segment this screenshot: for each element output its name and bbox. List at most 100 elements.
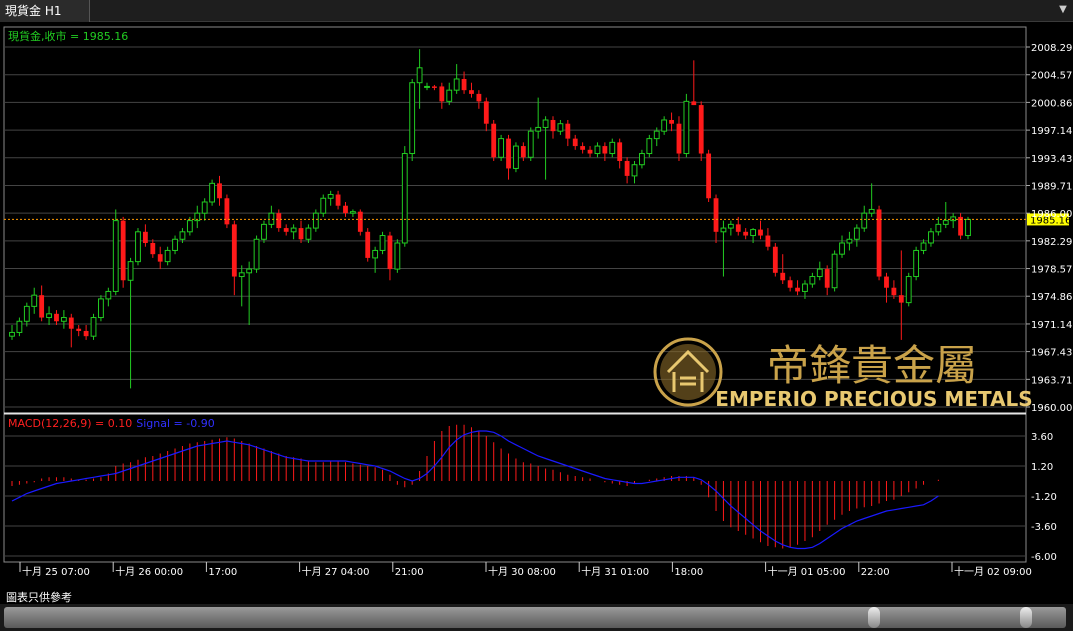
candle-body-up [372,249,379,259]
candle-body-up [609,141,616,155]
price-axis-label: 2004.57 [1031,71,1072,82]
candle-body-up [238,272,245,278]
candle-body-up [942,220,949,225]
price-axis-label: 1974.86 [1031,292,1072,303]
candle-body-down [476,93,482,102]
chart-area[interactable]: 帝鋒貴金屬 EMPERIO PRECIOUS METALS 1985.16 現貨… [0,22,1073,604]
candle-body-up [950,216,957,222]
candle-body-up [542,119,549,128]
time-axis-label: 21:00 [395,567,424,578]
scroll-track[interactable] [4,607,1066,628]
macd-axis-label: -3.60 [1031,522,1057,533]
time-axis-label: 十月 31 01:00 [581,565,649,578]
candle-body-up [683,100,690,155]
candle-body-up [861,212,868,229]
candle-body-down [735,224,741,232]
chart-scrollbar[interactable] [0,604,1073,631]
candle-body-up [853,227,860,240]
chart-tab-label: 現貨金 H1 [5,4,62,18]
candle-body-down [365,231,371,258]
candle-body-up [135,231,141,263]
candle-body-up [409,82,416,155]
candle-body-up [750,229,756,237]
dropdown-arrow-icon[interactable]: ▼ [1056,2,1070,18]
chart-tab[interactable]: 現貨金 H1 [0,0,90,22]
price-axis-label: 1960.00 [1031,403,1072,414]
candle-body-up [305,227,312,240]
time-axis: 十月 25 07:00 十月 26 00:00 17:00 十月 27 04:00 21… [19,562,1032,578]
candle-body-up [498,138,505,158]
candle-body-down [142,231,148,243]
candle-body-down [231,224,237,277]
candle-body-up [416,67,423,84]
candle-body-down [572,138,578,147]
candle-body-up [920,242,927,251]
candle-body-up [401,153,408,244]
price-axis-label: 1993.43 [1031,154,1072,165]
scroll-end-handle[interactable] [1020,607,1032,628]
candle-body-up [661,119,668,132]
candle-body-up [809,276,816,285]
disclaimer-text: 圖表只供參考 [6,591,72,604]
candle-body-down [387,235,393,270]
candle-body-down [506,138,511,169]
macd-axis: 3.60 1.20 -1.20 -3.60 -6.00 [1031,432,1057,563]
candle-body-up [379,235,386,251]
candle-body-down [432,86,437,88]
price-axis-label: 1989.71 [1031,182,1072,193]
candle-body-down [787,280,793,288]
candle-body-down [439,86,445,102]
candle-body-down [39,295,45,318]
candle-body-up [9,331,15,337]
candle-body-down [713,198,719,232]
candle-body-up [513,145,519,169]
candle-body-down [795,287,800,292]
time-axis-label: 十月 26 00:00 [115,565,183,578]
time-axis-label: 十一月 02 09:00 [954,565,1032,578]
candle-body-up [90,317,97,337]
candle-body-down [698,105,704,154]
price-axis-label: 2008.29 [1031,43,1072,54]
price-axis-label: 1986.00 [1031,209,1072,220]
candle-body-up [905,276,912,304]
candle-body-down [83,330,89,337]
candle-body-down [54,313,59,322]
candle-body-up [98,298,104,319]
candle-body-down [68,317,74,329]
candle-body-up [639,153,645,166]
candle-body-up [31,294,38,307]
candle-body-down [780,272,786,281]
candle-body-down [298,228,304,240]
candle-body-down [483,101,489,124]
candle-body-down [276,213,282,229]
candle-body-down [357,211,363,232]
candle-body-down [565,123,571,139]
macd-axis-label: 1.20 [1031,462,1053,473]
macd-axis-label: -6.00 [1031,552,1057,563]
price-axis-label: 1997.14 [1031,126,1072,137]
time-axis-label: 17:00 [208,567,237,578]
candle-body-up [394,242,401,270]
candle-body-up [653,130,660,140]
candle-body-up [846,238,853,244]
candle-body-up [631,164,638,177]
logo-name-cn: 帝鋒貴金屬 [767,341,977,390]
candle-body-up [839,242,845,255]
candle-body-down [157,254,163,262]
scroll-thumb-handle[interactable] [868,607,880,628]
candle-body-down [76,328,82,331]
candle-body-down [824,269,830,288]
price-legend: 現貨金,收市 = 1985.16 [8,29,128,43]
candle-body-down [120,220,126,281]
candle-body-up [320,197,327,214]
candle-body-up [646,138,653,155]
candle-body-up [164,249,171,263]
candle-body-up [112,220,119,292]
candle-body-down [550,119,556,132]
price-axis-label: 1978.57 [1031,265,1072,276]
macd-axis-label: 3.60 [1031,432,1053,443]
candle-body-up [105,290,112,300]
candle-body-up [327,194,334,199]
chart-svg[interactable]: 帝鋒貴金屬 EMPERIO PRECIOUS METALS 1985.16 現貨… [0,22,1073,604]
candle-body-down [491,123,497,158]
